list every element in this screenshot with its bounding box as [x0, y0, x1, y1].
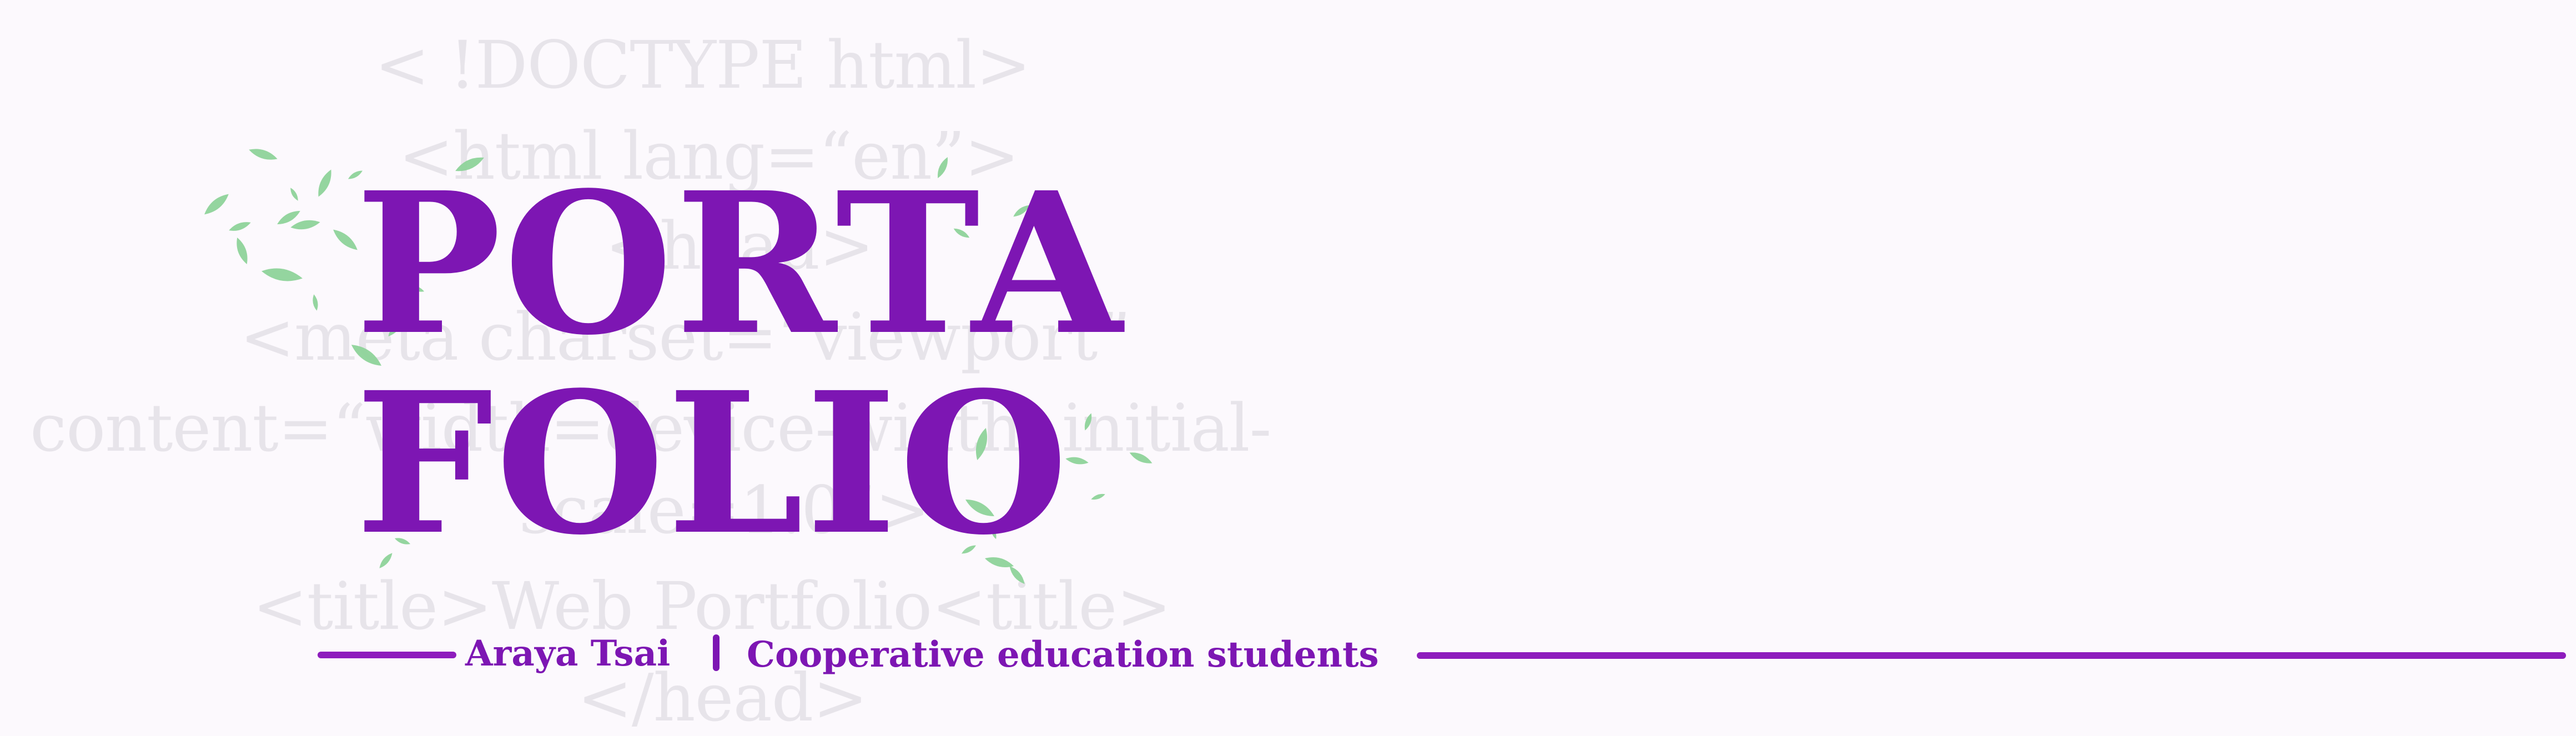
author-role: Cooperative education students	[747, 634, 1379, 675]
right-rule	[1417, 652, 2566, 659]
byline-separator	[713, 634, 720, 671]
left-rule	[318, 652, 456, 658]
code-line-1: < !DOCTYPE html>	[375, 27, 1031, 103]
title-line-2: FOLIO	[355, 349, 1071, 578]
author-name: Araya Tsai	[465, 633, 671, 674]
title-line-1: PORTA	[355, 149, 1125, 378]
code-line-7: <title>Web Portfolio<title>	[253, 568, 1171, 644]
